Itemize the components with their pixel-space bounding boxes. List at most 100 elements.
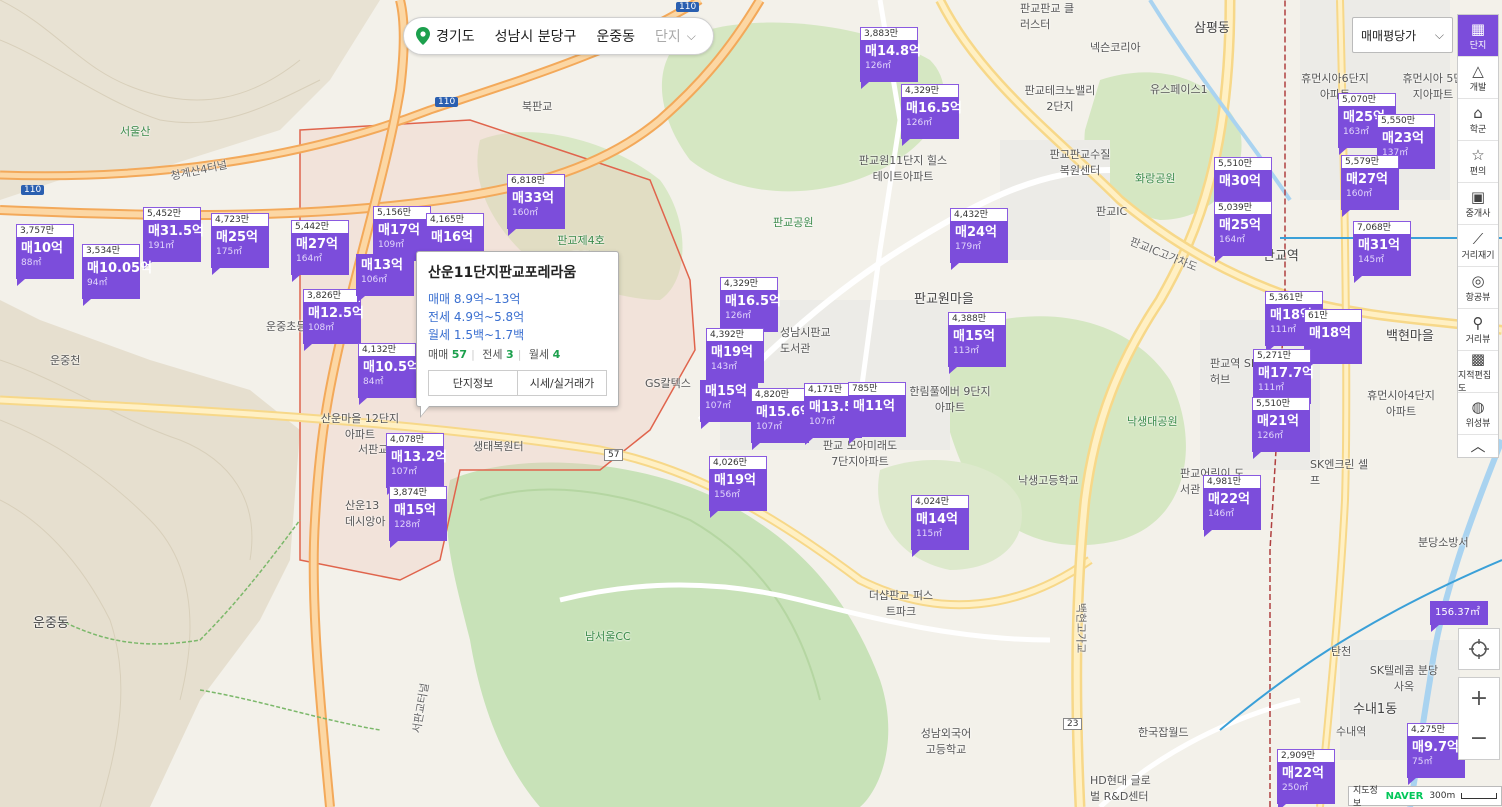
toolbar-convenience[interactable]: ☆ 편의: [1458, 141, 1498, 183]
price-marker[interactable]: 4,024만 매14억 115㎡: [911, 495, 969, 557]
toolbar-cadastral[interactable]: ▩ 지적편집도: [1458, 350, 1498, 394]
toolbar-label: 학군: [1469, 125, 1487, 135]
marker-area: 109㎡: [378, 240, 405, 250]
place-label: 판교판교수질 복원센터: [1049, 148, 1111, 177]
school-district-icon: ⌂: [1473, 104, 1483, 122]
marker-price: 매19억: [711, 345, 754, 360]
complex-info-popup[interactable]: 산운11단지판교포레라움 매매 8.9억~13억 전세 4.9억~5.8억 월세…: [416, 251, 619, 418]
road-label: 백현고가교: [1074, 602, 1088, 654]
price-marker[interactable]: 4,275만 매9.7억 75㎡: [1407, 723, 1465, 785]
plus-icon: +: [1469, 685, 1489, 711]
map-scale: 지도정보 NAVER 300m: [1348, 783, 1502, 807]
jeonse-price-range: 전세 4.9억~5.8억: [428, 310, 525, 324]
price-marker[interactable]: 4,388만 매15억 113㎡: [948, 312, 1006, 374]
breadcrumb-type[interactable]: 단지: [655, 26, 681, 46]
breadcrumb-province[interactable]: 경기도: [436, 26, 475, 46]
popup-tail-inner: [421, 406, 429, 416]
price-per-pyeong: 5,452만: [143, 207, 201, 220]
marker-area: 94㎡: [87, 278, 108, 288]
map-info-label[interactable]: 지도정보: [1353, 783, 1380, 807]
price-marker[interactable]: 3,757만 매10억 88㎡: [16, 224, 74, 286]
place-label: 성남시판교 도서관: [780, 326, 831, 355]
toolbar-agent[interactable]: ▣ 중개사: [1458, 183, 1498, 225]
zoom-in-button[interactable]: +: [1458, 677, 1500, 719]
marker-tail: [1253, 452, 1261, 459]
price-marker[interactable]: 매13억 106㎡: [356, 254, 414, 303]
toolbar-label: 중개사: [1465, 209, 1491, 219]
price-marker[interactable]: 5,039만 매25억 164㎡: [1214, 201, 1272, 263]
place-label: 생태복원터: [473, 440, 524, 453]
map-toolbar: ▦ 단지 △ 개발 ⌂ 학군 ☆ 편의 ▣ 중개사 ⟋ 거리재기 ◎ 항공뷰 ⚲ 거리뷰 ▩ 지적편집도 ◍ 위성뷰 ︿: [1457, 14, 1499, 458]
place-label: 북판교: [522, 100, 553, 113]
marker-body: 매14.8억 126㎡: [860, 40, 921, 82]
place-label: 유스페이스1: [1150, 83, 1208, 96]
price-per-pyeong: 5,579만: [1341, 155, 1399, 168]
price-marker[interactable]: 4,723만 매25억 175㎡: [211, 213, 269, 275]
popup-buttons: 단지정보 시세/실거래가: [428, 370, 607, 396]
price-history-button[interactable]: 시세/실거래가: [517, 371, 606, 395]
price-marker[interactable]: 4,820만 매15.6억 107㎡: [751, 388, 812, 450]
complex-info-button[interactable]: 단지정보: [429, 371, 517, 395]
marker-tail: [1342, 210, 1350, 217]
collapse-up-icon: ︿: [1470, 437, 1486, 455]
price-marker[interactable]: 4,026만 매19억 156㎡: [709, 456, 767, 518]
toolbar-school-district[interactable]: ⌂ 학군: [1458, 99, 1498, 141]
marker-price: 매10.5억: [363, 360, 419, 375]
toolbar-development[interactable]: △ 개발: [1458, 57, 1498, 99]
marker-tail: [752, 443, 760, 450]
marker-area: 126㎡: [725, 311, 752, 321]
place-label: 탄천: [1331, 645, 1352, 658]
place-label: 서울산: [120, 125, 151, 138]
price-marker[interactable]: 2,909만 매22억 250㎡: [1277, 749, 1335, 807]
marker-price: 매14억: [916, 512, 959, 527]
price-marker[interactable]: 4,432만 매24억 179㎡: [950, 208, 1008, 270]
price-marker[interactable]: 매15억 107㎡: [700, 380, 758, 429]
price-marker[interactable]: 4,329만 매16.5억 126㎡: [901, 84, 962, 146]
marker-body: 매27억 160㎡: [1341, 168, 1399, 210]
location-breadcrumb[interactable]: 경기도 성남시 분당구 운중동 단지 ⌵: [403, 17, 714, 55]
toolbar-complex[interactable]: ▦ 단지: [1458, 15, 1498, 57]
complex-name: 산운11단지판교포레라움: [428, 265, 577, 281]
price-per-pyeong: 3,757만: [16, 224, 74, 237]
price-marker[interactable]: 3,826만 매12.5억 108㎡: [303, 289, 364, 351]
price-marker[interactable]: 4,132만 매10.5억 84㎡: [358, 343, 419, 405]
price-marker[interactable]: 785만 매11억: [848, 382, 906, 444]
marker-body: 매31억 145㎡: [1353, 234, 1411, 276]
marker-area: 126㎡: [865, 61, 892, 71]
toolbar-aerial-view[interactable]: ◎ 항공뷰: [1458, 267, 1498, 309]
price-marker[interactable]: 5,579만 매27억 160㎡: [1341, 155, 1399, 217]
marker-area: 250㎡: [1282, 783, 1309, 793]
marker-area: 143㎡: [711, 362, 738, 372]
zoom-out-button[interactable]: −: [1458, 718, 1500, 760]
price-per-pyeong: 61만: [1304, 309, 1362, 322]
price-marker[interactable]: 3,883만 매14.8억 126㎡: [860, 27, 921, 89]
price-marker[interactable]: 5,452만 매31.5억 191㎡: [143, 207, 204, 269]
marker-area: 113㎡: [953, 346, 980, 356]
marker-price: 매15억: [953, 329, 996, 344]
toolbar-ruler[interactable]: ⟋ 거리재기: [1458, 225, 1498, 267]
marker-area: 75㎡: [1412, 757, 1433, 767]
price-marker[interactable]: 61만 매18억: [1304, 309, 1362, 371]
toolbar-satellite[interactable]: ◍ 위성뷰: [1458, 393, 1498, 435]
place-label: 운중천: [50, 354, 81, 367]
price-marker[interactable]: 6,818만 매33억 160㎡: [507, 174, 565, 236]
price-type-select[interactable]: 매매평당가 ⌵: [1352, 17, 1453, 53]
current-location-button[interactable]: [1458, 628, 1500, 670]
marker-body: 매18억: [1304, 322, 1362, 364]
breadcrumb-dong[interactable]: 운중동: [596, 26, 635, 46]
marker-price: 매21억: [1257, 414, 1300, 429]
place-label: 한국잡월드: [1138, 726, 1189, 739]
toolbar-collapse-up[interactable]: ︿: [1458, 435, 1498, 457]
price-marker[interactable]: 7,068만 매31억 145㎡: [1353, 221, 1411, 283]
price-marker[interactable]: 3,874만 매15억 128㎡: [389, 486, 447, 548]
price-marker[interactable]: 3,534만 매10.05억 94㎡: [82, 244, 152, 306]
chevron-down-icon[interactable]: ⌵: [687, 29, 696, 44]
toolbar-street-view[interactable]: ⚲ 거리뷰: [1458, 309, 1498, 351]
sale-price-range: 매매 8.9억~13억: [428, 292, 521, 306]
price-marker[interactable]: 5,510만 매21억 126㎡: [1252, 397, 1310, 459]
breadcrumb-city[interactable]: 성남시 분당구: [495, 26, 577, 46]
map-canvas[interactable]: 110 110 110 57 23 삼평동 넥슨코리아 유스페이스1 판교원마을…: [0, 0, 1502, 807]
marker-price: 매9.7억: [1412, 740, 1459, 755]
price-marker[interactable]: 5,442만 매27억 164㎡: [291, 220, 349, 282]
price-marker[interactable]: 4,981만 매22억 146㎡: [1203, 475, 1261, 537]
